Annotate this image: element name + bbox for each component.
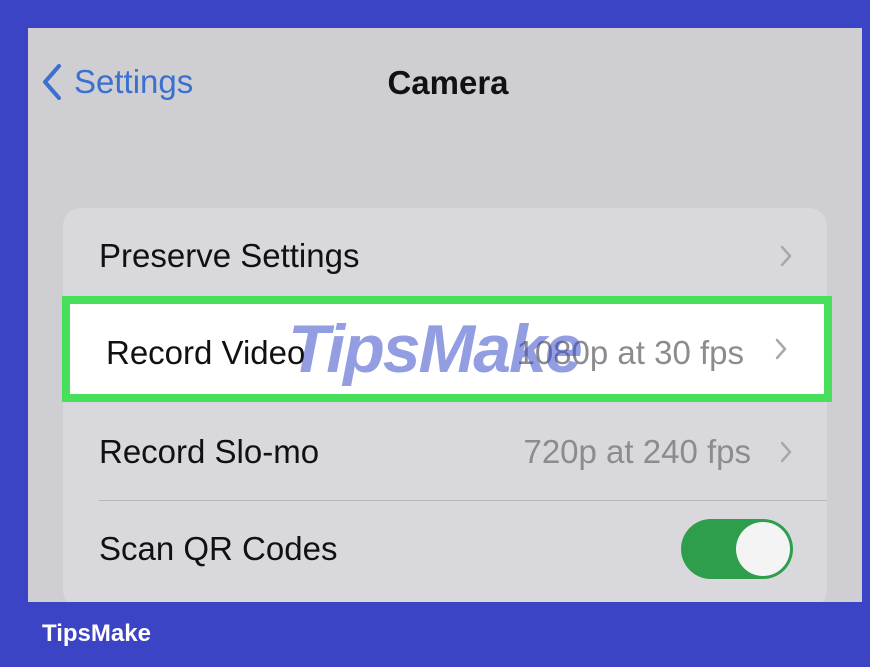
row-label: Record Slo-mo bbox=[99, 433, 320, 470]
row-scan-qr-codes[interactable]: Scan QR Codes bbox=[63, 501, 827, 597]
back-button-label: Settings bbox=[74, 63, 194, 100]
row-value: 1080p at 30 fps bbox=[516, 334, 744, 371]
chevron-left-icon bbox=[43, 64, 61, 100]
back-button[interactable]: Settings bbox=[42, 54, 193, 110]
row-preserve-settings[interactable]: Preserve Settings bbox=[63, 208, 827, 304]
scan-qr-codes-toggle[interactable] bbox=[681, 519, 793, 579]
chevron-right-icon bbox=[775, 338, 787, 360]
row-label: Record Video bbox=[106, 334, 306, 371]
row-record-video[interactable]: Record Video 1080p at 30 fps bbox=[62, 296, 832, 402]
row-value: 720p at 240 fps bbox=[523, 433, 751, 470]
row-label: Scan QR Codes bbox=[99, 530, 338, 567]
settings-list: Preserve Settings Record Slo-mo 720p at … bbox=[63, 208, 827, 602]
row-record-slo-mo[interactable]: Record Slo-mo 720p at 240 fps bbox=[63, 404, 827, 500]
brand-label: TipsMake bbox=[42, 620, 151, 647]
page-title: Camera bbox=[387, 64, 509, 101]
chevron-right-icon bbox=[780, 245, 792, 267]
toggle-knob bbox=[736, 522, 790, 576]
row-label: Preserve Settings bbox=[99, 237, 360, 274]
chevron-right-icon bbox=[780, 441, 792, 463]
